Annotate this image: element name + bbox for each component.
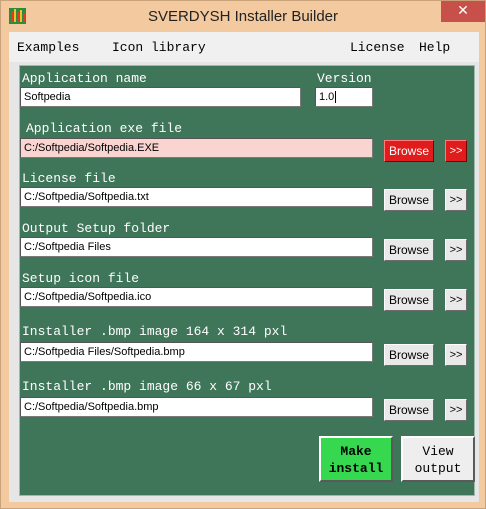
exe-browse-button[interactable]: Browse [384, 140, 434, 162]
exe-label: Application exe file [26, 121, 183, 136]
license-field[interactable]: C:/Softpedia/Softpedia.txt [20, 187, 373, 207]
bmp-large-label: Installer .bmp image 164 x 314 pxl [22, 324, 288, 339]
client-area: Application name Softpedia Version 1.0 A… [9, 62, 479, 502]
close-icon[interactable]: ✕ [441, 1, 485, 22]
icon-more-button[interactable]: >> [445, 289, 467, 311]
make-install-line2: install [328, 461, 384, 476]
output-label: Output Setup folder [22, 221, 171, 236]
output-field[interactable]: C:/Softpedia Files [20, 237, 373, 257]
output-more-button[interactable]: >> [445, 239, 467, 261]
exe-field[interactable]: C:/Softpedia/Softpedia.EXE [20, 138, 373, 158]
icon-browse-button[interactable]: Browse [384, 289, 434, 311]
window-title: SVERDYSH Installer Builder [147, 8, 339, 25]
bmp-large-browse-button[interactable]: Browse [384, 344, 434, 366]
version-label: Version [317, 71, 372, 86]
app-name-label: Application name [22, 71, 147, 86]
exe-more-button[interactable]: >> [445, 140, 467, 162]
bmp-small-label: Installer .bmp image 66 x 67 pxl [22, 379, 272, 394]
version-value: 1.0 [319, 91, 335, 103]
output-browse-button[interactable]: Browse [384, 239, 434, 261]
menu-examples[interactable]: Examples [17, 40, 79, 55]
bmp-large-more-button[interactable]: >> [445, 344, 467, 366]
bmp-small-more-button[interactable]: >> [445, 399, 467, 421]
bmp-large-field[interactable]: C:/Softpedia Files/Softpedia.bmp [20, 342, 373, 362]
bmp-small-field[interactable]: C:/Softpedia/Softpedia.bmp [20, 397, 373, 417]
make-install-line1: Make [340, 444, 372, 459]
menu-license[interactable]: License [350, 40, 405, 55]
view-output-button[interactable]: View output [401, 436, 475, 482]
icon-label: Setup icon file [22, 271, 140, 286]
version-field[interactable]: 1.0 [315, 87, 373, 107]
menu-help[interactable]: Help [419, 40, 450, 55]
form-panel: Application name Softpedia Version 1.0 A… [19, 65, 475, 496]
make-install-button[interactable]: Make install [319, 436, 393, 482]
title-bar: SVERDYSH Installer Builder ✕ [1, 1, 485, 32]
menu-icon-library[interactable]: Icon library [112, 40, 206, 55]
license-label: License file [22, 171, 116, 186]
main-window: SVERDYSH Installer Builder ✕ Examples Ic… [0, 0, 486, 509]
menu-bar: Examples Icon library License Help [9, 32, 479, 62]
text-caret [335, 91, 337, 104]
license-browse-button[interactable]: Browse [384, 189, 434, 211]
view-output-line2: output [414, 461, 462, 476]
bmp-small-browse-button[interactable]: Browse [384, 399, 434, 421]
view-output-line1: View [422, 444, 454, 459]
icon-field[interactable]: C:/Softpedia/Softpedia.ico [20, 287, 373, 307]
app-name-field[interactable]: Softpedia [20, 87, 301, 107]
license-more-button[interactable]: >> [445, 189, 467, 211]
